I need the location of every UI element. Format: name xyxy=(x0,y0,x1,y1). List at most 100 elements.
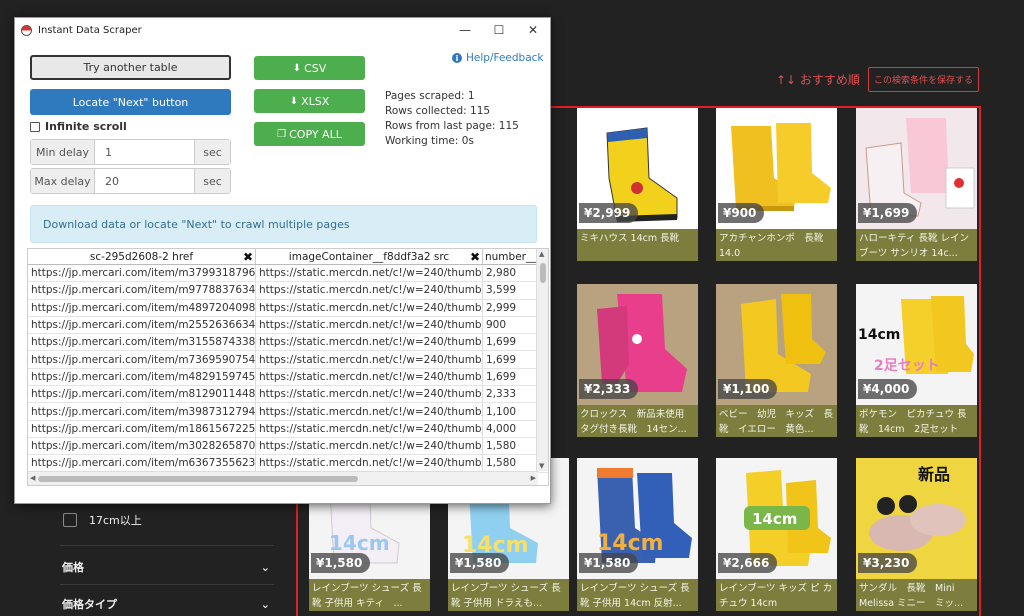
product-title: レインブーツ シューズ 長靴 子供用 キティ ... xyxy=(309,579,430,611)
product-card[interactable]: 14cm 2足セット ¥4,000 ポケモン ピカチュウ 長靴 14cm 2足セ… xyxy=(856,284,977,437)
price-badge: ¥1,580 xyxy=(311,553,371,573)
csv-label: CSV xyxy=(304,61,327,75)
price-badge: ¥2,999 xyxy=(579,203,639,223)
table-cell[interactable]: 3,599 xyxy=(483,282,537,299)
product-card[interactable]: ¥2,999 ミキハウス 14cm 長靴 xyxy=(577,108,698,261)
remove-column-icon[interactable]: ✖ xyxy=(470,250,480,264)
try-another-table-button[interactable]: Try another table xyxy=(30,55,231,80)
table-cell[interactable]: 1,100 xyxy=(483,403,537,420)
filter-price[interactable]: 価格 ⌄ xyxy=(62,559,270,575)
scraper-window: Instant Data Scraper — ☐ ✕ Try another t… xyxy=(14,17,551,504)
table-cell[interactable]: https://jp.mercari.com/item/m31558743382 xyxy=(28,334,256,351)
column-header-label: sc-295d2608-2 href xyxy=(89,250,194,263)
close-button[interactable]: ✕ xyxy=(516,18,550,42)
table-row: https://jp.mercari.com/item/m48291597455… xyxy=(28,368,548,387)
table-cell[interactable]: 1,580 xyxy=(483,455,537,472)
save-search-button[interactable]: この検索条件を保存する xyxy=(868,67,979,92)
column-header[interactable]: sc-295d2608-2 href ✖ xyxy=(28,249,256,264)
table-cell[interactable]: https://static.mercdn.net/c!/w=240/thumb… xyxy=(256,455,483,472)
product-image: ¥1,100 xyxy=(716,284,837,405)
table-cell[interactable]: https://static.mercdn.net/c!/w=240/thumb… xyxy=(256,334,483,351)
filter-price-type-label: 価格タイプ xyxy=(62,598,117,611)
table-cell[interactable]: https://jp.mercari.com/item/m18615672251 xyxy=(28,420,256,437)
scrollbar-thumb[interactable] xyxy=(540,263,546,283)
csv-button[interactable]: ⬇ CSV xyxy=(254,56,365,80)
table-cell[interactable]: https://static.mercdn.net/c!/w=240/thumb… xyxy=(256,316,483,334)
table-cell[interactable]: https://jp.mercari.com/item/m30282658706 xyxy=(28,437,256,455)
table-cell[interactable]: 2,999 xyxy=(483,299,537,316)
copy-all-button[interactable]: ❐ COPY ALL xyxy=(254,122,365,146)
product-title: アカチャンホンポ 長靴 14.0 xyxy=(716,229,837,261)
scroll-up-icon[interactable]: ▲ xyxy=(539,250,544,258)
table-cell[interactable]: https://static.mercdn.net/c!/w=240/thumb… xyxy=(256,299,483,316)
table-cell[interactable]: 1,699 xyxy=(483,351,537,368)
window-titlebar[interactable]: Instant Data Scraper — ☐ ✕ xyxy=(15,18,550,42)
min-delay-unit: sec xyxy=(194,140,230,164)
table-cell[interactable]: https://jp.mercari.com/item/m81290114487 xyxy=(28,386,256,403)
product-card[interactable]: ¥2,333 クロックス 新品未使用 タグ付き長靴 14セン... xyxy=(577,284,698,437)
table-cell[interactable]: 2,980 xyxy=(483,265,537,282)
table-cell[interactable]: https://jp.mercari.com/item/m97788376344 xyxy=(28,282,256,299)
product-card[interactable]: 新品 ¥3,230 サンダル 長靴 Mini Melissa ミニー ミッ... xyxy=(856,458,977,611)
table-cell[interactable]: https://jp.mercari.com/item/m63673556237 xyxy=(28,455,256,472)
max-delay-group: Max delay 20 sec xyxy=(30,168,231,194)
table-cell[interactable]: https://jp.mercari.com/item/m73695907545 xyxy=(28,351,256,368)
product-title: レインブーツ シューズ 長靴 子供用 ドラえも... xyxy=(448,579,569,611)
infinite-scroll-checkbox[interactable] xyxy=(30,121,40,132)
product-card[interactable]: ¥1,699 ハローキティ 長靴 レインブーツ サンリオ 14c... xyxy=(856,108,977,261)
info-message: Download data or locate "Next" to crawl … xyxy=(30,205,537,243)
table-cell[interactable]: 900 xyxy=(483,316,537,334)
table-cell[interactable]: https://jp.mercari.com/item/m39873127942 xyxy=(28,403,256,420)
vertical-scrollbar[interactable]: ▲ ▼ xyxy=(536,249,548,471)
table-cell[interactable]: https://jp.mercari.com/item/m48972040986 xyxy=(28,299,256,316)
locate-next-button[interactable]: Locate "Next" button xyxy=(30,89,231,115)
table-row: https://jp.mercari.com/item/m31558743382… xyxy=(28,334,548,352)
column-header[interactable]: number__6 xyxy=(483,249,537,264)
table-cell[interactable]: https://jp.mercari.com/item/m48291597455 xyxy=(28,368,256,386)
window-title: Instant Data Scraper xyxy=(38,24,142,36)
column-header[interactable]: imageContainer__f8ddf3a2 src ✖ xyxy=(256,249,483,264)
table-cell[interactable]: https://static.mercdn.net/c!/w=240/thumb… xyxy=(256,265,483,282)
table-cell[interactable]: https://jp.mercari.com/item/m37993187964 xyxy=(28,265,256,282)
table-cell[interactable]: 2,333 xyxy=(483,386,537,403)
table-row: https://jp.mercari.com/item/m48972040986… xyxy=(28,299,548,317)
scroll-left-icon[interactable]: ◀ xyxy=(30,474,35,482)
minimize-button[interactable]: — xyxy=(448,18,482,42)
column-header-label: imageContainer__f8ddf3a2 src xyxy=(288,250,450,263)
scroll-right-icon[interactable]: ▶ xyxy=(531,474,536,482)
scrollbar-thumb[interactable] xyxy=(38,476,358,482)
table-cell[interactable]: https://jp.mercari.com/item/m25526366347 xyxy=(28,316,256,334)
checkbox-icon[interactable] xyxy=(63,513,77,527)
remove-column-icon[interactable]: ✖ xyxy=(243,250,253,264)
filter-price-type[interactable]: 価格タイプ ⌄ xyxy=(62,596,270,612)
table-cell[interactable]: 1,699 xyxy=(483,334,537,351)
table-cell[interactable]: 1,580 xyxy=(483,437,537,455)
size-filter-option[interactable]: 17cm以上 xyxy=(63,512,142,528)
help-feedback-link[interactable]: i Help/Feedback xyxy=(452,52,543,64)
xlsx-button[interactable]: ⬇ XLSX xyxy=(254,89,365,113)
price-badge: ¥1,100 xyxy=(718,379,778,399)
product-card[interactable]: ¥900 アカチャンホンポ 長靴 14.0 xyxy=(716,108,837,261)
table-cell[interactable]: https://static.mercdn.net/c!/w=240/thumb… xyxy=(256,420,483,437)
chevron-down-icon: ⌄ xyxy=(260,560,270,574)
min-delay-input[interactable]: 1 xyxy=(95,140,194,164)
table-cell[interactable]: 1,699 xyxy=(483,368,537,386)
product-title: レインブーツ キッズ ピ カチュウ 14cm xyxy=(716,579,837,611)
maximize-button[interactable]: ☐ xyxy=(482,18,516,42)
table-cell[interactable]: https://static.mercdn.net/c!/w=240/thumb… xyxy=(256,403,483,420)
scroll-down-icon[interactable]: ▼ xyxy=(539,462,544,470)
table-cell[interactable]: https://static.mercdn.net/c!/w=240/thumb… xyxy=(256,282,483,299)
product-card[interactable]: ¥1,100 ベビー 幼児 キッズ 長靴 イエロー 黄色... xyxy=(716,284,837,437)
product-image: 14cm ¥2,666 xyxy=(716,458,837,579)
table-cell[interactable]: 4,000 xyxy=(483,420,537,437)
product-card[interactable]: 14cm ¥1,580 レインブーツ シューズ 長靴 子供用 14cm 反射..… xyxy=(577,458,698,611)
table-cell[interactable]: https://static.mercdn.net/c!/w=240/thumb… xyxy=(256,368,483,386)
table-cell[interactable]: https://static.mercdn.net/c!/w=240/thumb… xyxy=(256,437,483,455)
table-cell[interactable]: https://static.mercdn.net/c!/w=240/thumb… xyxy=(256,351,483,368)
max-delay-input[interactable]: 20 xyxy=(95,169,194,193)
infinite-scroll-option[interactable]: Infinite scroll xyxy=(30,120,127,133)
horizontal-scrollbar[interactable]: ◀ ▶ xyxy=(28,471,538,485)
table-cell[interactable]: https://static.mercdn.net/c!/w=240/thumb… xyxy=(256,386,483,403)
product-card[interactable]: 14cm ¥2,666 レインブーツ キッズ ピ カチュウ 14cm xyxy=(716,458,837,611)
sort-dropdown[interactable]: ↑↓ おすすめ順 xyxy=(776,71,860,88)
